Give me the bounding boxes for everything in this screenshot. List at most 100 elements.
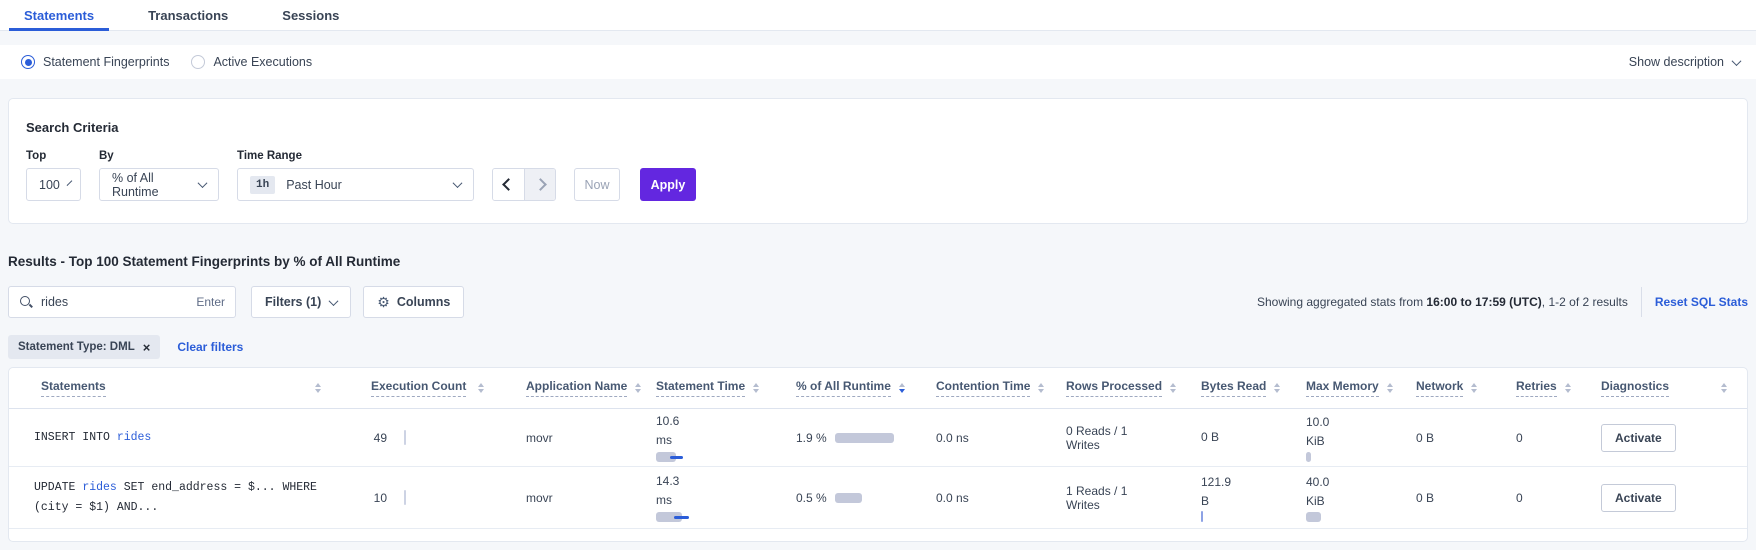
column-header-network[interactable]: Network: [1394, 368, 1494, 408]
statement-time-bar: [656, 452, 754, 463]
column-header-rows-processed[interactable]: Rows Processed: [1044, 368, 1179, 408]
sort-icon[interactable]: [315, 383, 321, 393]
activate-diagnostics-button[interactable]: Activate: [1601, 424, 1676, 452]
retries-cell: 0: [1494, 431, 1579, 445]
radio-active-executions[interactable]: Active Executions: [191, 55, 312, 69]
column-header-application-name[interactable]: Application Name: [504, 368, 634, 408]
now-button[interactable]: Now: [574, 168, 620, 201]
execution-count-cell: 49: [349, 430, 504, 445]
network-cell: 0 B: [1394, 431, 1494, 445]
execution-count-cell: 10: [349, 490, 504, 505]
column-header-bytes-read[interactable]: Bytes Read: [1179, 368, 1284, 408]
contention-time-cell: 0.0 ns: [914, 431, 1044, 445]
max-memory-cell: 10.0 KiB: [1284, 413, 1394, 462]
active-filters-row: Statement Type: DML × Clear filters: [8, 335, 1748, 359]
top-label: Top: [26, 150, 81, 162]
time-step-button-group: [492, 168, 556, 201]
sort-icon[interactable]: [1471, 383, 1477, 393]
results-toolbar: Enter Filters (1) ⚙ Columns Showing aggr…: [8, 286, 1748, 318]
stats-time-range: 16:00 to 17:59 (UTC): [1426, 295, 1541, 309]
vertical-divider: [1641, 287, 1642, 317]
results-heading: Results - Top 100 Statement Fingerprints…: [8, 254, 1748, 269]
filters-button[interactable]: Filters (1): [251, 286, 351, 318]
show-description-toggle[interactable]: Show description: [1629, 55, 1740, 69]
clear-filters-link[interactable]: Clear filters: [177, 340, 243, 354]
tab-transactions[interactable]: Transactions: [133, 0, 243, 30]
sort-icon[interactable]: [1721, 383, 1727, 393]
column-header-execution-count[interactable]: Execution Count: [349, 368, 504, 408]
top-select[interactable]: 100: [26, 168, 81, 201]
tab-sessions[interactable]: Sessions: [267, 0, 354, 30]
chevron-down-icon: [329, 296, 339, 306]
statement-time-bar: [656, 512, 754, 523]
column-header-runtime-pct[interactable]: % of All Runtime: [774, 368, 914, 408]
chevron-down-icon: [1732, 56, 1742, 66]
radio-selected-icon[interactable]: [21, 55, 35, 69]
reset-sql-stats-link[interactable]: Reset SQL Stats: [1655, 295, 1748, 309]
statement-time-cell: 10.6 ms: [634, 412, 774, 462]
sort-icon-active-desc[interactable]: [899, 383, 905, 393]
statement-time-stddev-bar: [670, 456, 683, 459]
chevron-down-icon: [67, 180, 73, 186]
sort-icon[interactable]: [753, 383, 759, 393]
chevron-down-icon: [198, 178, 208, 188]
activate-diagnostics-button[interactable]: Activate: [1601, 484, 1676, 512]
column-header-statements[interactable]: Statements: [9, 368, 349, 408]
tab-statements[interactable]: Statements: [9, 0, 109, 30]
main-content: Search Criteria Top 100 By % of All Runt…: [0, 98, 1756, 542]
column-header-statement-time[interactable]: Statement Time: [634, 368, 774, 408]
close-icon[interactable]: ×: [143, 341, 151, 354]
filter-chip-statement-type[interactable]: Statement Type: DML ×: [8, 335, 160, 359]
columns-button[interactable]: ⚙ Columns: [363, 286, 464, 318]
execution-count-bar: [404, 490, 406, 505]
sort-icon[interactable]: [478, 383, 484, 393]
sort-icon[interactable]: [1387, 383, 1393, 393]
sort-icon[interactable]: [1170, 383, 1176, 393]
runtime-pct-cell: 1.9 %: [774, 431, 914, 445]
time-range-control: Time Range 1h Past Hour: [237, 150, 474, 201]
statement-time-stddev-bar: [674, 516, 689, 519]
toolbar-right: Showing aggregated stats from 16:00 to 1…: [1257, 287, 1748, 317]
column-header-retries[interactable]: Retries: [1494, 368, 1579, 408]
chevron-down-icon: [453, 178, 463, 188]
bytes-read-cell: 121.9 B: [1179, 473, 1284, 521]
max-memory-cell: 40.0 KiB: [1284, 473, 1394, 522]
view-toggle-row: Statement Fingerprints Active Executions…: [0, 45, 1756, 79]
time-range-badge: 1h: [250, 176, 275, 194]
enter-hint: Enter: [196, 295, 225, 309]
statement-link[interactable]: UPDATE rides SET end_address = $... WHER…: [9, 478, 349, 517]
rows-processed-cell: 1 Reads / 1 Writes: [1044, 484, 1179, 512]
time-range-label: Time Range: [237, 150, 474, 162]
next-time-button[interactable]: [524, 169, 555, 200]
column-header-max-memory[interactable]: Max Memory: [1284, 368, 1394, 408]
execution-count-bar: [404, 430, 406, 445]
max-memory-bar: [1306, 452, 1311, 462]
by-select[interactable]: % of All Runtime: [99, 168, 219, 201]
max-memory-bar: [1306, 512, 1321, 522]
bytes-read-bar: [1201, 511, 1203, 522]
statement-link[interactable]: INSERT INTO rides: [9, 428, 349, 448]
previous-time-button[interactable]: [493, 169, 524, 200]
diagnostics-cell: Activate: [1579, 484, 1747, 512]
radio-label: Active Executions: [213, 55, 312, 69]
sort-icon[interactable]: [1274, 383, 1280, 393]
column-header-diagnostics[interactable]: Diagnostics: [1579, 368, 1747, 408]
search-criteria-card: Search Criteria Top 100 By % of All Runt…: [8, 98, 1748, 224]
search-input[interactable]: [41, 295, 196, 309]
by-control: By % of All Runtime: [99, 150, 219, 201]
top-control: Top 100: [26, 150, 81, 201]
radio-statement-fingerprints[interactable]: Statement Fingerprints: [21, 55, 169, 69]
statements-table: Statements Execution Count Application N…: [8, 367, 1748, 542]
apply-button[interactable]: Apply: [640, 168, 696, 201]
runtime-pct-bar: [835, 433, 894, 443]
table-row: UPDATE rides SET end_address = $... WHER…: [9, 467, 1747, 529]
statement-search-box[interactable]: Enter: [8, 286, 236, 318]
diagnostics-cell: Activate: [1579, 424, 1747, 452]
radio-unselected-icon[interactable]: [191, 55, 205, 69]
bytes-read-cell: 0 B: [1179, 428, 1284, 447]
column-header-contention-time[interactable]: Contention Time: [914, 368, 1044, 408]
retries-cell: 0: [1494, 491, 1579, 505]
time-range-select[interactable]: 1h Past Hour: [237, 168, 474, 201]
runtime-pct-bar: [835, 493, 862, 503]
sort-icon[interactable]: [1565, 383, 1571, 393]
